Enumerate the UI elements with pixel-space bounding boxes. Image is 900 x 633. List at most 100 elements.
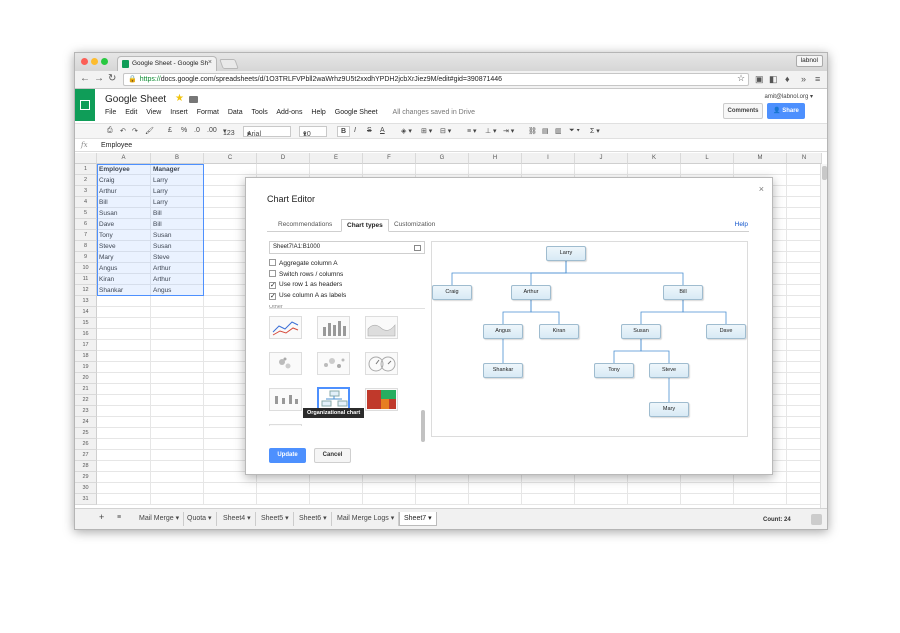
grid-cell[interactable] — [151, 318, 204, 329]
chart-type-line[interactable] — [269, 316, 302, 339]
grid-cell[interactable] — [681, 494, 734, 505]
menu-google-sheet[interactable]: Google Sheet — [335, 109, 378, 116]
column-header-n[interactable]: N — [787, 153, 822, 164]
row-header[interactable]: 31 — [75, 494, 97, 505]
sheet-tab-sheet7[interactable]: Sheet7 ▾ — [399, 512, 437, 526]
grid-cell[interactable] — [151, 329, 204, 340]
undo-icon[interactable]: ↶ — [120, 127, 126, 135]
data-range-field[interactable]: Sheet7!A1:B1000 — [269, 241, 425, 254]
grid-cell[interactable] — [787, 164, 822, 175]
forward-icon[interactable]: → — [94, 73, 104, 84]
row-header[interactable]: 3 — [75, 186, 97, 197]
paint-format-icon[interactable]: 🖌 — [145, 127, 154, 135]
grid-cell[interactable] — [734, 164, 787, 175]
explore-icon[interactable] — [811, 514, 822, 525]
grid-cell[interactable] — [97, 428, 151, 439]
font-select[interactable]: Arial ▾ — [243, 126, 291, 138]
row-header[interactable]: 26 — [75, 439, 97, 450]
row-header[interactable]: 2 — [75, 175, 97, 186]
row-header[interactable]: 22 — [75, 395, 97, 406]
grid-cell[interactable] — [97, 384, 151, 395]
grid-cell[interactable] — [787, 428, 822, 439]
grid-cell[interactable] — [363, 494, 416, 505]
profile-button[interactable]: labnol — [795, 55, 823, 67]
italic-button[interactable]: I — [354, 127, 356, 134]
grid-cell[interactable] — [681, 483, 734, 494]
grid-cell[interactable] — [257, 164, 310, 175]
chart-type-area[interactable] — [365, 316, 398, 339]
option-aggregate-column-a[interactable]: Aggregate column A — [269, 259, 338, 267]
grid-cell[interactable] — [787, 384, 822, 395]
row-header[interactable]: 16 — [75, 329, 97, 340]
grid-cell[interactable] — [787, 208, 822, 219]
row-header[interactable]: 25 — [75, 428, 97, 439]
grid-cell[interactable] — [787, 186, 822, 197]
grid-cell[interactable] — [257, 483, 310, 494]
grid-cell[interactable] — [416, 483, 469, 494]
grid-cell[interactable] — [204, 483, 257, 494]
grid-cell[interactable] — [97, 406, 151, 417]
chart-type-scatter[interactable] — [269, 352, 302, 375]
grid-cell[interactable] — [787, 450, 822, 461]
grid-cell[interactable] — [416, 494, 469, 505]
scrollbar-thumb[interactable] — [822, 166, 827, 180]
extension-icon[interactable]: ▣ — [755, 74, 764, 85]
bookmark-star-icon[interactable]: ☆ — [737, 73, 745, 84]
grid-cell[interactable] — [522, 164, 575, 175]
grid-cell[interactable] — [628, 494, 681, 505]
help-link[interactable]: Help — [735, 221, 748, 228]
add-sheet-button[interactable]: + — [95, 510, 108, 524]
row-header[interactable]: 5 — [75, 208, 97, 219]
cancel-button[interactable]: Cancel — [314, 448, 351, 463]
menu-edit[interactable]: Edit — [125, 109, 137, 116]
chart-type-candlestick[interactable] — [269, 388, 302, 411]
print-icon[interactable]: ⎙ — [107, 127, 113, 135]
grid-cell[interactable] — [787, 351, 822, 362]
grid-cell[interactable] — [416, 164, 469, 175]
sheet-tab-quota[interactable]: Quota ▾ — [183, 512, 217, 526]
maximize-window-button[interactable] — [101, 58, 108, 65]
grid-cell[interactable] — [787, 219, 822, 230]
column-header-j[interactable]: J — [575, 153, 628, 164]
grid-cell[interactable] — [97, 494, 151, 505]
extension-icon[interactable]: ♦ — [785, 74, 790, 84]
menu-format[interactable]: Format — [197, 109, 219, 116]
grid-cell[interactable] — [787, 340, 822, 351]
column-header-f[interactable]: F — [363, 153, 416, 164]
grid-cell[interactable] — [97, 373, 151, 384]
functions-icon[interactable]: Σ ▾ — [590, 127, 600, 135]
grid-cell[interactable] — [787, 472, 822, 483]
row-header[interactable]: 10 — [75, 263, 97, 274]
grid-cell[interactable] — [469, 164, 522, 175]
grid-cell[interactable] — [151, 395, 204, 406]
grid-cell[interactable] — [204, 494, 257, 505]
column-header-b[interactable]: B — [151, 153, 204, 164]
menu-help[interactable]: Help — [311, 109, 325, 116]
row-header[interactable]: 29 — [75, 472, 97, 483]
grid-cell[interactable] — [151, 461, 204, 472]
redo-icon[interactable]: ↷ — [132, 127, 138, 135]
minimize-window-button[interactable] — [91, 58, 98, 65]
share-button[interactable]: 👤 Share — [767, 103, 805, 119]
grid-cell[interactable] — [97, 329, 151, 340]
select-range-icon[interactable] — [414, 245, 421, 251]
comment-icon[interactable]: ▤ — [542, 127, 549, 135]
grid-cell[interactable] — [787, 296, 822, 307]
comments-button[interactable]: Comments — [723, 103, 763, 119]
row-header[interactable]: 24 — [75, 417, 97, 428]
update-button[interactable]: Update — [269, 448, 306, 463]
chart-type-organizational[interactable] — [317, 387, 350, 410]
grid-cell[interactable] — [97, 351, 151, 362]
checkbox-icon[interactable] — [269, 259, 276, 266]
grid-cell[interactable] — [97, 296, 151, 307]
more-formats-button[interactable]: 123 ▾ — [223, 127, 235, 137]
grid-cell[interactable] — [787, 494, 822, 505]
sheet-tab-sheet4[interactable]: Sheet4 ▾ — [219, 512, 256, 526]
percent-button[interactable]: % — [181, 127, 187, 134]
grid-cell[interactable] — [575, 494, 628, 505]
increase-decimal-button[interactable]: .00 — [207, 127, 217, 134]
grid-cell[interactable] — [734, 483, 787, 494]
grid-cell[interactable] — [97, 318, 151, 329]
row-header[interactable]: 20 — [75, 373, 97, 384]
sheet-tab-mail-merge-logs[interactable]: Mail Merge Logs ▾ — [333, 512, 400, 526]
